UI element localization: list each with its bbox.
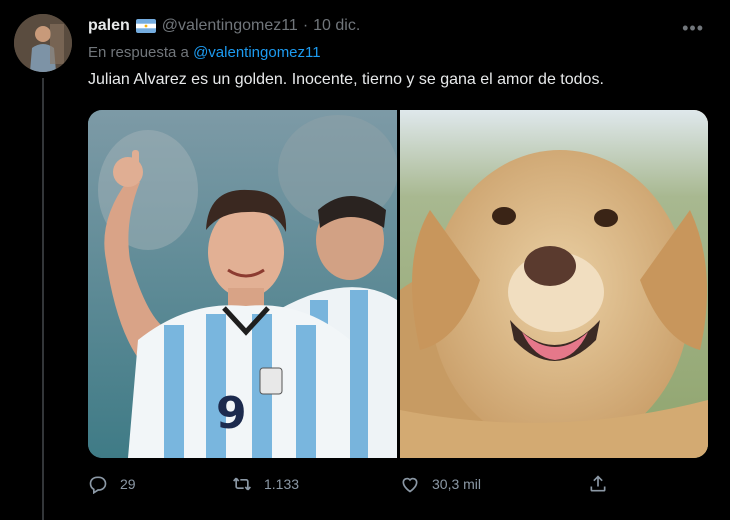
more-options-icon[interactable]: ••• [682, 18, 704, 39]
tweet-date[interactable]: 10 dic. [313, 17, 360, 35]
replying-handle-link[interactable]: @valentingomez11 [193, 44, 321, 61]
retweet-count: 1.133 [264, 476, 300, 492]
replying-prefix: En respuesta a [88, 44, 189, 61]
tweet-media[interactable]: 9 [88, 110, 708, 458]
tweet-actions: 29 1.133 30,3 mil [88, 474, 608, 498]
author-handle[interactable]: @valentingomez11 [162, 17, 298, 35]
share-icon [590, 475, 606, 492]
reply-button[interactable]: 29 [88, 474, 136, 494]
retweet-icon [233, 477, 251, 491]
thread-line [42, 78, 44, 520]
football-player-photo[interactable]: 9 [88, 110, 397, 458]
argentina-flag-icon [135, 19, 156, 33]
separator-dot: · [302, 17, 309, 34]
share-button[interactable] [588, 474, 620, 494]
tweet-text: Julian Alvarez es un golden. Inocente, t… [88, 71, 604, 88]
svg-text:9: 9 [216, 388, 247, 439]
like-button[interactable]: 30,3 mil [400, 474, 481, 494]
retweet-button[interactable]: 1.133 [232, 474, 299, 494]
reply-count: 29 [120, 476, 136, 492]
avatar[interactable] [14, 14, 72, 72]
reply-icon [89, 476, 107, 494]
tweet-header: palen @valentingomez11 · 10 dic. [88, 16, 360, 36]
like-icon [402, 477, 418, 493]
golden-retriever-photo[interactable] [400, 110, 708, 458]
author-name[interactable]: palen [88, 17, 130, 35]
replying-to: En respuesta a @valentingomez11 [88, 44, 321, 61]
like-count: 30,3 mil [432, 476, 482, 492]
